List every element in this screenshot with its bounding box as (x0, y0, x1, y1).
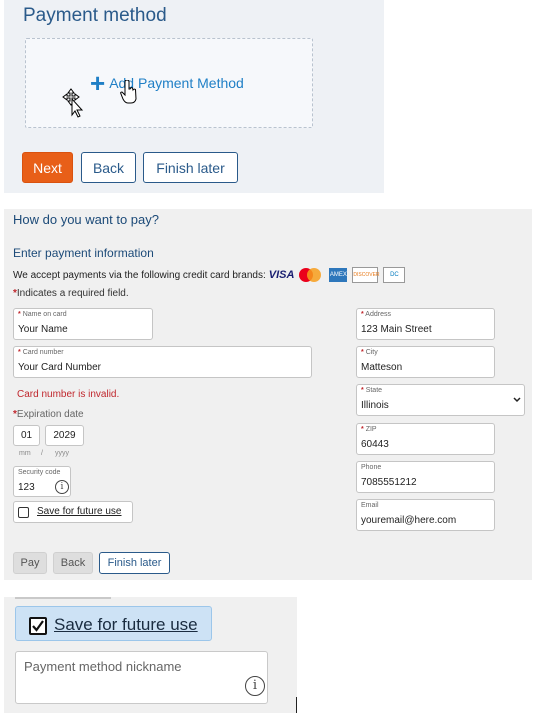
state-value: Illinois (361, 400, 389, 411)
required-note: *Indicates a required field. (13, 288, 129, 299)
pay-question-heading: How do you want to pay? (13, 212, 159, 227)
save-future-option-focused[interactable]: Save for future use (15, 606, 212, 641)
save-options-panel: Save for future use Payment method nickn… (4, 597, 297, 713)
address-field[interactable]: * Address 123 Main Street (356, 308, 495, 340)
save-future-label: Save for future use (37, 506, 122, 517)
save-future-label: Save for future use (54, 615, 198, 634)
city-value: Matteson (361, 362, 403, 373)
payment-form-panel: How do you want to pay? Enter payment in… (4, 209, 532, 580)
add-payment-method-link[interactable]: + Add Payment Method (90, 68, 244, 98)
year-hint: yyyy (55, 450, 69, 457)
finish-later-button[interactable]: Finish later (143, 152, 238, 183)
phone-value: 7085551212 (361, 477, 417, 488)
accepted-cards-row: We accept payments via the following cre… (13, 267, 406, 283)
name-on-card-value: Your Name (18, 324, 68, 335)
hand-pointer-icon (120, 80, 137, 104)
city-field[interactable]: * City Matteson (356, 346, 495, 378)
expiration-year-input[interactable]: 2029 (45, 425, 84, 446)
back-button[interactable]: Back (81, 152, 136, 183)
name-on-card-field[interactable]: * Name on card Your Name (13, 308, 153, 340)
state-select[interactable]: * State Illinois (356, 384, 525, 416)
email-value: youremail@here.com (361, 515, 457, 526)
date-separator: / (41, 450, 43, 457)
payment-method-panel: Payment method + Add Payment Method Next… (4, 0, 384, 193)
mastercard-icon (299, 268, 322, 282)
zip-value: 60443 (361, 439, 389, 450)
security-code-value: 123 (18, 482, 35, 493)
payment-method-title: Payment method (23, 5, 167, 26)
email-field[interactable]: Email youremail@here.com (356, 499, 495, 531)
divider (15, 597, 111, 599)
expiration-month-input[interactable]: 01 (13, 425, 40, 446)
diners-icon: DC (383, 267, 406, 283)
next-button[interactable]: Next (22, 152, 73, 183)
chevron-down-icon (513, 397, 521, 403)
card-number-error: Card number is invalid. (17, 389, 120, 400)
card-number-value: Your Card Number (18, 362, 102, 373)
expiration-label: *Expiration date (13, 409, 84, 420)
phone-field[interactable]: Phone 7085551212 (356, 461, 495, 493)
checkmark-icon (32, 620, 44, 632)
save-future-checkbox-checked[interactable] (29, 617, 47, 635)
finish-later-button[interactable]: Finish later (99, 552, 170, 574)
month-hint: mm (19, 450, 31, 457)
accept-text: We accept payments via the following cre… (13, 269, 266, 281)
security-code-field[interactable]: Security code 123 i (13, 466, 71, 497)
save-future-checkbox[interactable] (18, 507, 29, 518)
text-cursor (296, 697, 297, 713)
visa-icon: VISA (268, 269, 295, 281)
save-future-option[interactable]: Save for future use (13, 501, 133, 523)
plus-icon: + (90, 68, 106, 98)
info-icon[interactable]: i (245, 676, 265, 696)
zip-field[interactable]: * ZIP 60443 (356, 423, 495, 455)
discover-icon: DISCOVER (352, 267, 380, 283)
address-value: 123 Main Street (361, 324, 432, 335)
info-icon[interactable]: i (55, 480, 69, 494)
payment-info-subheading: Enter payment information (13, 246, 154, 260)
card-number-field[interactable]: * Card number Your Card Number (13, 346, 312, 378)
move-cursor-icon (62, 88, 84, 118)
pay-button[interactable]: Pay (13, 552, 47, 574)
back-button[interactable]: Back (53, 552, 93, 574)
nickname-placeholder: Payment method nickname (24, 659, 182, 674)
amex-icon: AMEX (329, 268, 348, 282)
nickname-input[interactable]: Payment method nickname i (15, 651, 268, 704)
